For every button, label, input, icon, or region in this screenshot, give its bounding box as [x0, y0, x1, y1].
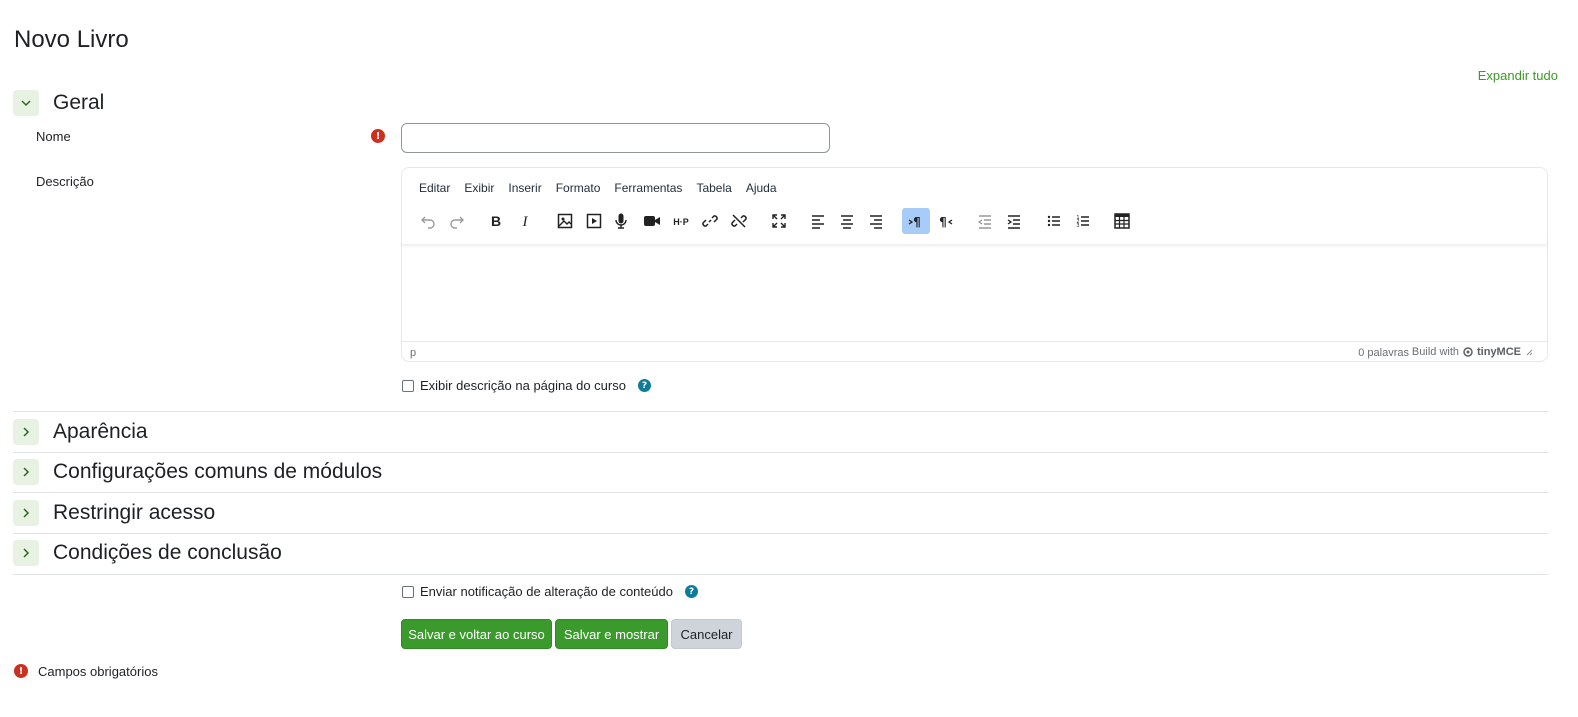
- svg-text:3: 3: [1076, 223, 1079, 229]
- undo-icon[interactable]: [414, 208, 442, 234]
- chevron-right-icon[interactable]: [13, 459, 39, 485]
- outdent-icon[interactable]: [971, 208, 999, 234]
- section-divider: [13, 492, 1548, 493]
- italic-icon[interactable]: I: [511, 208, 539, 234]
- resize-handle-icon[interactable]: [1525, 348, 1533, 356]
- section-divider: [13, 533, 1548, 534]
- notify-label: Enviar notificação de alteração de conte…: [420, 584, 673, 599]
- required-icon: !: [14, 664, 28, 678]
- show-description-checkbox[interactable]: [402, 379, 414, 392]
- align-right-icon[interactable]: [862, 208, 890, 234]
- section-title-restrict-access: Restringir acesso: [53, 501, 216, 524]
- show-description-label: Exibir descrição na página do curso: [420, 378, 626, 393]
- save-display-button[interactable]: Salvar e mostrar: [555, 619, 668, 649]
- svg-text:B: B: [491, 213, 501, 229]
- name-input[interactable]: [401, 123, 830, 153]
- section-divider: [13, 574, 1548, 575]
- notify-row: Enviar notificação de alteração de conte…: [402, 584, 698, 599]
- numbered-list-icon[interactable]: 123: [1069, 208, 1097, 234]
- help-icon[interactable]: ?: [637, 379, 651, 392]
- help-icon[interactable]: ?: [684, 585, 698, 598]
- chevron-right-icon[interactable]: [13, 419, 39, 445]
- video-camera-icon[interactable]: [638, 208, 666, 234]
- section-title-completion: Condições de conclusão: [53, 541, 282, 564]
- svg-text:¶: ¶: [913, 215, 921, 229]
- build-with-label: Build with: [1411, 346, 1459, 358]
- save-return-button[interactable]: Salvar e voltar ao curso: [401, 619, 552, 649]
- name-label: Nome: [36, 129, 71, 144]
- h5p-icon[interactable]: H·P: [667, 208, 695, 234]
- ltr-icon[interactable]: ¶: [902, 208, 930, 234]
- section-header-appearance[interactable]: Aparência: [13, 419, 148, 445]
- align-left-icon[interactable]: [804, 208, 832, 234]
- image-icon[interactable]: [551, 208, 579, 234]
- unlink-icon[interactable]: [725, 208, 753, 234]
- section-title-appearance: Aparência: [53, 420, 148, 443]
- svg-text:I: I: [522, 214, 529, 230]
- cancel-button[interactable]: Cancelar: [671, 619, 742, 649]
- notify-checkbox[interactable]: [402, 585, 414, 598]
- tinymce-logo-icon: [1463, 347, 1473, 357]
- section-title-common-modules: Configurações comuns de módulos: [53, 460, 383, 483]
- chevron-right-icon[interactable]: [13, 540, 39, 566]
- description-label: Descrição: [36, 174, 94, 189]
- editor-statusbar: p 0 palavras Build with tinyMCE: [402, 341, 1547, 361]
- section-header-completion[interactable]: Condições de conclusão: [13, 540, 282, 566]
- expand-all-link[interactable]: Expandir tudo: [1478, 68, 1558, 83]
- section-header-common-modules[interactable]: Configurações comuns de módulos: [13, 459, 382, 485]
- chevron-down-icon[interactable]: [13, 90, 39, 116]
- svg-text:H·P: H·P: [673, 217, 689, 227]
- svg-text:¶: ¶: [939, 215, 947, 229]
- editor-menubar: Editar Exibir Inserir Formato Ferramenta…: [419, 181, 777, 195]
- menu-edit[interactable]: Editar: [419, 181, 450, 195]
- align-center-icon[interactable]: [833, 208, 861, 234]
- tinymce-branding[interactable]: Build with tinyMCE: [1412, 346, 1533, 358]
- link-icon[interactable]: [696, 208, 724, 234]
- section-title-general: Geral: [53, 91, 105, 114]
- section-divider: [13, 452, 1548, 453]
- menu-format[interactable]: Formato: [556, 181, 601, 195]
- description-editor[interactable]: Editar Exibir Inserir Formato Ferramenta…: [401, 167, 1548, 362]
- element-path[interactable]: p: [410, 347, 416, 359]
- required-icon: !: [371, 129, 385, 143]
- tinymce-brand: tinyMCE: [1477, 346, 1521, 358]
- redo-icon[interactable]: [443, 208, 471, 234]
- section-header-general[interactable]: Geral: [13, 90, 104, 116]
- section-header-restrict-access[interactable]: Restringir acesso: [13, 500, 215, 526]
- bullet-list-icon[interactable]: [1040, 208, 1068, 234]
- menu-view[interactable]: Exibir: [464, 181, 494, 195]
- bold-icon[interactable]: B: [482, 208, 510, 234]
- section-divider: [13, 411, 1548, 412]
- fullscreen-icon[interactable]: [765, 208, 793, 234]
- menu-tools[interactable]: Ferramentas: [614, 181, 682, 195]
- page-title: Novo Livro: [14, 26, 129, 53]
- menu-help[interactable]: Ajuda: [746, 181, 777, 195]
- indent-icon[interactable]: [1000, 208, 1028, 234]
- table-icon[interactable]: [1108, 208, 1136, 234]
- toolbar-shadow: [402, 240, 1547, 244]
- menu-table[interactable]: Tabela: [696, 181, 731, 195]
- word-count[interactable]: 0 palavras: [1358, 347, 1409, 359]
- show-description-row: Exibir descrição na página do curso ?: [402, 378, 651, 393]
- rtl-icon[interactable]: ¶: [931, 208, 959, 234]
- required-fields-legend: Campos obrigatórios: [38, 664, 158, 679]
- chevron-right-icon[interactable]: [13, 500, 39, 526]
- media-icon[interactable]: [580, 208, 608, 234]
- menu-insert[interactable]: Inserir: [508, 181, 541, 195]
- microphone-icon[interactable]: [607, 208, 635, 234]
